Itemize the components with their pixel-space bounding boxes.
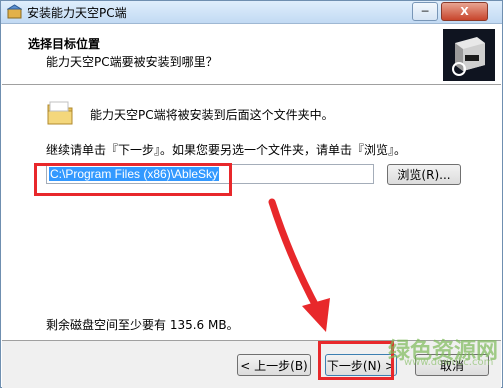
close-button[interactable]: X xyxy=(441,2,488,21)
back-button[interactable]: < 上一步(B) xyxy=(237,354,311,376)
installer-box-icon xyxy=(443,29,495,81)
app-icon xyxy=(7,4,22,19)
install-location-text: 能力天空PC端将被安装到后面这个文件夹中。 xyxy=(90,108,334,122)
instruction-text: 继续请单击『下一步』。如果您要另选一个文件夹，请单击『浏览』。 xyxy=(46,143,407,157)
next-button[interactable]: 下一步(N) > xyxy=(325,354,397,376)
title-bar[interactable]: 安装能力天空PC端 ─ X xyxy=(1,1,502,24)
minimize-button[interactable]: ─ xyxy=(412,2,438,21)
page-title: 选择目标位置 xyxy=(28,37,101,51)
watermark-url: www.downcc.com xyxy=(404,357,494,368)
wizard-header: 选择目标位置 能力天空PC端要被安装到哪里？ xyxy=(2,24,501,85)
browse-button[interactable]: 浏览(R)... xyxy=(387,164,461,185)
install-path-input[interactable]: C:\Program Files (x86)\AbleSky xyxy=(46,164,374,184)
installer-window: 安装能力天空PC端 ─ X 选择目标位置 能力天空PC端要被安装到哪里？ 能力天… xyxy=(0,0,503,388)
wizard-body: 能力天空PC端将被安装到后面这个文件夹中。 继续请单击『下一步』。如果您要另选一… xyxy=(2,85,501,339)
install-path-value: C:\Program Files (x86)\AbleSky xyxy=(49,167,220,181)
disk-space-text: 剩余磁盘空间至少要有 135.6 MB。 xyxy=(46,318,239,332)
annotation-arrow-icon xyxy=(268,198,330,332)
page-subtitle: 能力天空PC端要被安装到哪里？ xyxy=(46,55,218,69)
window-title: 安装能力天空PC端 xyxy=(27,6,127,20)
folder-icon xyxy=(47,101,73,125)
